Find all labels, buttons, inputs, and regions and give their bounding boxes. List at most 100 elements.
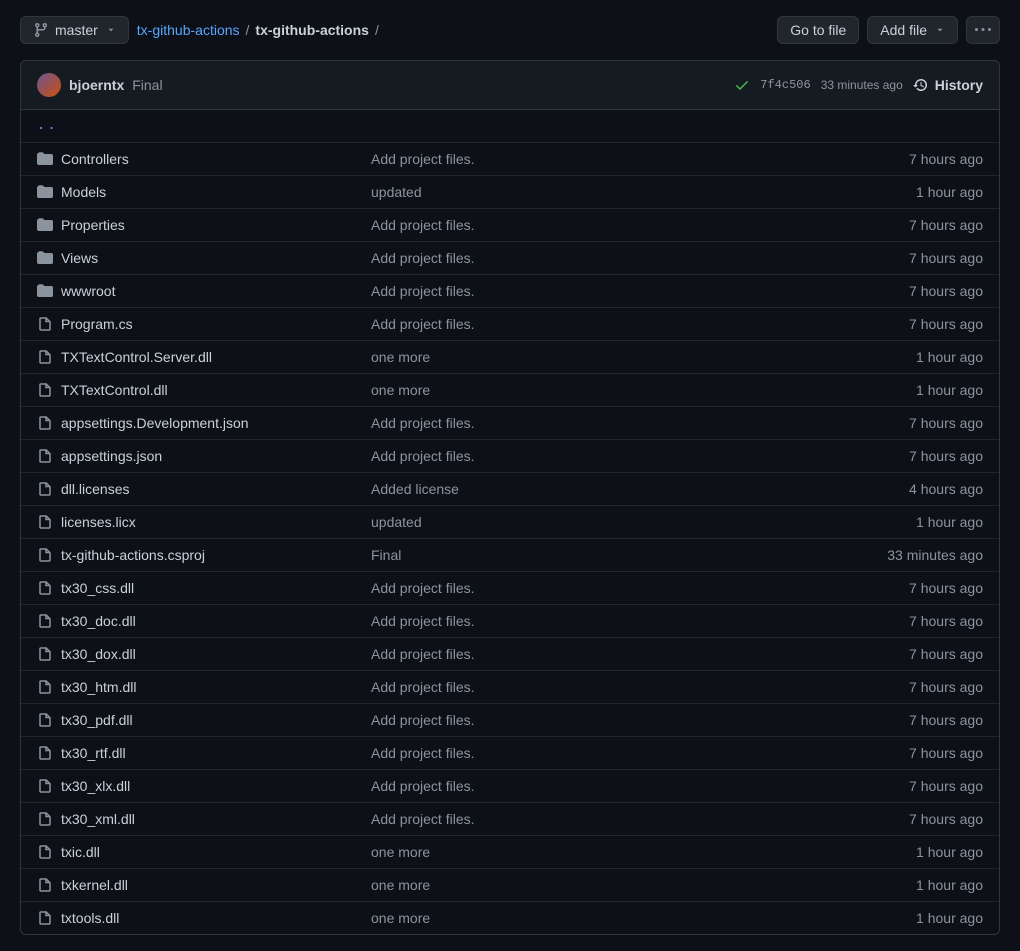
commit-message-link[interactable]: updated: [371, 184, 422, 200]
commit-message-link[interactable]: Add project files.: [371, 712, 475, 728]
file-name-link[interactable]: tx30_dox.dll: [61, 646, 136, 662]
file-name-link[interactable]: licenses.licx: [61, 514, 136, 530]
commit-message-link[interactable]: Final: [371, 547, 401, 563]
file-name-link[interactable]: Controllers: [61, 151, 129, 167]
commit-message-link[interactable]: Add project files.: [371, 745, 475, 761]
table-row[interactable]: tx-github-actions.csproj Final 33 minute…: [21, 539, 999, 572]
commit-message-link[interactable]: one more: [371, 877, 430, 893]
table-row[interactable]: appsettings.Development.json Add project…: [21, 407, 999, 440]
file-name-link[interactable]: txkernel.dll: [61, 877, 128, 893]
file-time: 1 hour ago: [916, 184, 983, 200]
commit-time: 33 minutes ago: [821, 78, 903, 92]
table-row[interactable]: tx30_css.dll Add project files. 7 hours …: [21, 572, 999, 605]
go-to-file-button[interactable]: Go to file: [777, 16, 859, 44]
file-icon: [37, 481, 61, 497]
commit-message-link[interactable]: Add project files.: [371, 646, 475, 662]
history-icon: [913, 77, 929, 93]
file-icon: [37, 613, 61, 629]
commit-message-link[interactable]: Add project files.: [371, 679, 475, 695]
parent-directory-link[interactable]: ..: [37, 118, 58, 134]
file-name-link[interactable]: Program.cs: [61, 316, 133, 332]
header-left: master tx-github-actions / tx-github-act…: [20, 16, 381, 44]
commit-message-link[interactable]: one more: [371, 349, 430, 365]
file-icon: [37, 547, 61, 563]
parent-directory-row[interactable]: ..: [21, 110, 999, 143]
file-name-link[interactable]: dll.licenses: [61, 481, 129, 497]
folder-icon: [37, 217, 61, 233]
file-name-link[interactable]: txtools.dll: [61, 910, 119, 926]
commit-message-link[interactable]: Add project files.: [371, 580, 475, 596]
table-row[interactable]: TXTextControl.Server.dll one more 1 hour…: [21, 341, 999, 374]
commit-message-link[interactable]: updated: [371, 514, 422, 530]
file-name-link[interactable]: txic.dll: [61, 844, 100, 860]
table-row[interactable]: tx30_xlx.dll Add project files. 7 hours …: [21, 770, 999, 803]
table-row[interactable]: tx30_xml.dll Add project files. 7 hours …: [21, 803, 999, 836]
table-row[interactable]: tx30_pdf.dll Add project files. 7 hours …: [21, 704, 999, 737]
commit-message-link[interactable]: Add project files.: [371, 778, 475, 794]
file-name-link[interactable]: tx30_css.dll: [61, 580, 134, 596]
commit-message-link[interactable]: Add project files.: [371, 613, 475, 629]
table-row[interactable]: tx30_htm.dll Add project files. 7 hours …: [21, 671, 999, 704]
table-row[interactable]: Models updated 1 hour ago: [21, 176, 999, 209]
commit-message-link[interactable]: Add project files.: [371, 151, 475, 167]
commit-left: bjoerntx Final: [37, 73, 163, 97]
file-name-link[interactable]: wwwroot: [61, 283, 115, 299]
file-name-link[interactable]: TXTextControl.Server.dll: [61, 349, 212, 365]
file-name-link[interactable]: tx30_xlx.dll: [61, 778, 130, 794]
table-row[interactable]: tx30_dox.dll Add project files. 7 hours …: [21, 638, 999, 671]
file-name-link[interactable]: tx-github-actions.csproj: [61, 547, 205, 563]
avatar[interactable]: [37, 73, 61, 97]
table-row[interactable]: txkernel.dll one more 1 hour ago: [21, 869, 999, 902]
table-row[interactable]: wwwroot Add project files. 7 hours ago: [21, 275, 999, 308]
file-name-link[interactable]: appsettings.Development.json: [61, 415, 249, 431]
file-name-link[interactable]: tx30_doc.dll: [61, 613, 136, 629]
table-row[interactable]: txic.dll one more 1 hour ago: [21, 836, 999, 869]
commit-sha[interactable]: 7f4c506: [760, 78, 810, 92]
table-row[interactable]: TXTextControl.dll one more 1 hour ago: [21, 374, 999, 407]
file-name-link[interactable]: TXTextControl.dll: [61, 382, 168, 398]
table-row[interactable]: Controllers Add project files. 7 hours a…: [21, 143, 999, 176]
file-name-link[interactable]: Views: [61, 250, 98, 266]
file-name-link[interactable]: appsettings.json: [61, 448, 162, 464]
commit-message-link[interactable]: Added license: [371, 481, 459, 497]
commit-message-link[interactable]: Add project files.: [371, 811, 475, 827]
table-row[interactable]: Views Add project files. 7 hours ago: [21, 242, 999, 275]
commit-message-link[interactable]: Add project files.: [371, 250, 475, 266]
check-icon[interactable]: [734, 77, 750, 93]
commit-message[interactable]: Final: [132, 77, 162, 93]
table-row[interactable]: txtools.dll one more 1 hour ago: [21, 902, 999, 934]
more-options-button[interactable]: [966, 16, 1000, 44]
file-name-link[interactable]: Properties: [61, 217, 125, 233]
commit-message-link[interactable]: one more: [371, 844, 430, 860]
commit-message-link[interactable]: Add project files.: [371, 217, 475, 233]
table-row[interactable]: tx30_doc.dll Add project files. 7 hours …: [21, 605, 999, 638]
file-name-link[interactable]: tx30_rtf.dll: [61, 745, 126, 761]
commit-message-link[interactable]: one more: [371, 382, 430, 398]
branch-select-button[interactable]: master: [20, 16, 129, 44]
file-icon: [37, 877, 61, 893]
history-link[interactable]: History: [913, 77, 983, 93]
file-icon: [37, 811, 61, 827]
commit-message-link[interactable]: Add project files.: [371, 316, 475, 332]
commit-message-link[interactable]: Add project files.: [371, 415, 475, 431]
breadcrumb-repo-link[interactable]: tx-github-actions: [137, 22, 240, 38]
table-row[interactable]: Program.cs Add project files. 7 hours ag…: [21, 308, 999, 341]
file-icon: [37, 745, 61, 761]
add-file-button[interactable]: Add file: [867, 16, 958, 44]
file-name-link[interactable]: tx30_htm.dll: [61, 679, 136, 695]
file-time: 1 hour ago: [916, 877, 983, 893]
commit-message-link[interactable]: one more: [371, 910, 430, 926]
table-row[interactable]: dll.licenses Added license 4 hours ago: [21, 473, 999, 506]
file-name-link[interactable]: Models: [61, 184, 106, 200]
table-row[interactable]: licenses.licx updated 1 hour ago: [21, 506, 999, 539]
commit-author[interactable]: bjoerntx: [69, 77, 124, 93]
file-name-link[interactable]: tx30_pdf.dll: [61, 712, 133, 728]
table-row[interactable]: tx30_rtf.dll Add project files. 7 hours …: [21, 737, 999, 770]
file-name-link[interactable]: tx30_xml.dll: [61, 811, 135, 827]
table-row[interactable]: Properties Add project files. 7 hours ag…: [21, 209, 999, 242]
file-time: 7 hours ago: [909, 745, 983, 761]
commit-message-link[interactable]: Add project files.: [371, 283, 475, 299]
commit-message-link[interactable]: Add project files.: [371, 448, 475, 464]
folder-icon: [37, 151, 61, 167]
table-row[interactable]: appsettings.json Add project files. 7 ho…: [21, 440, 999, 473]
